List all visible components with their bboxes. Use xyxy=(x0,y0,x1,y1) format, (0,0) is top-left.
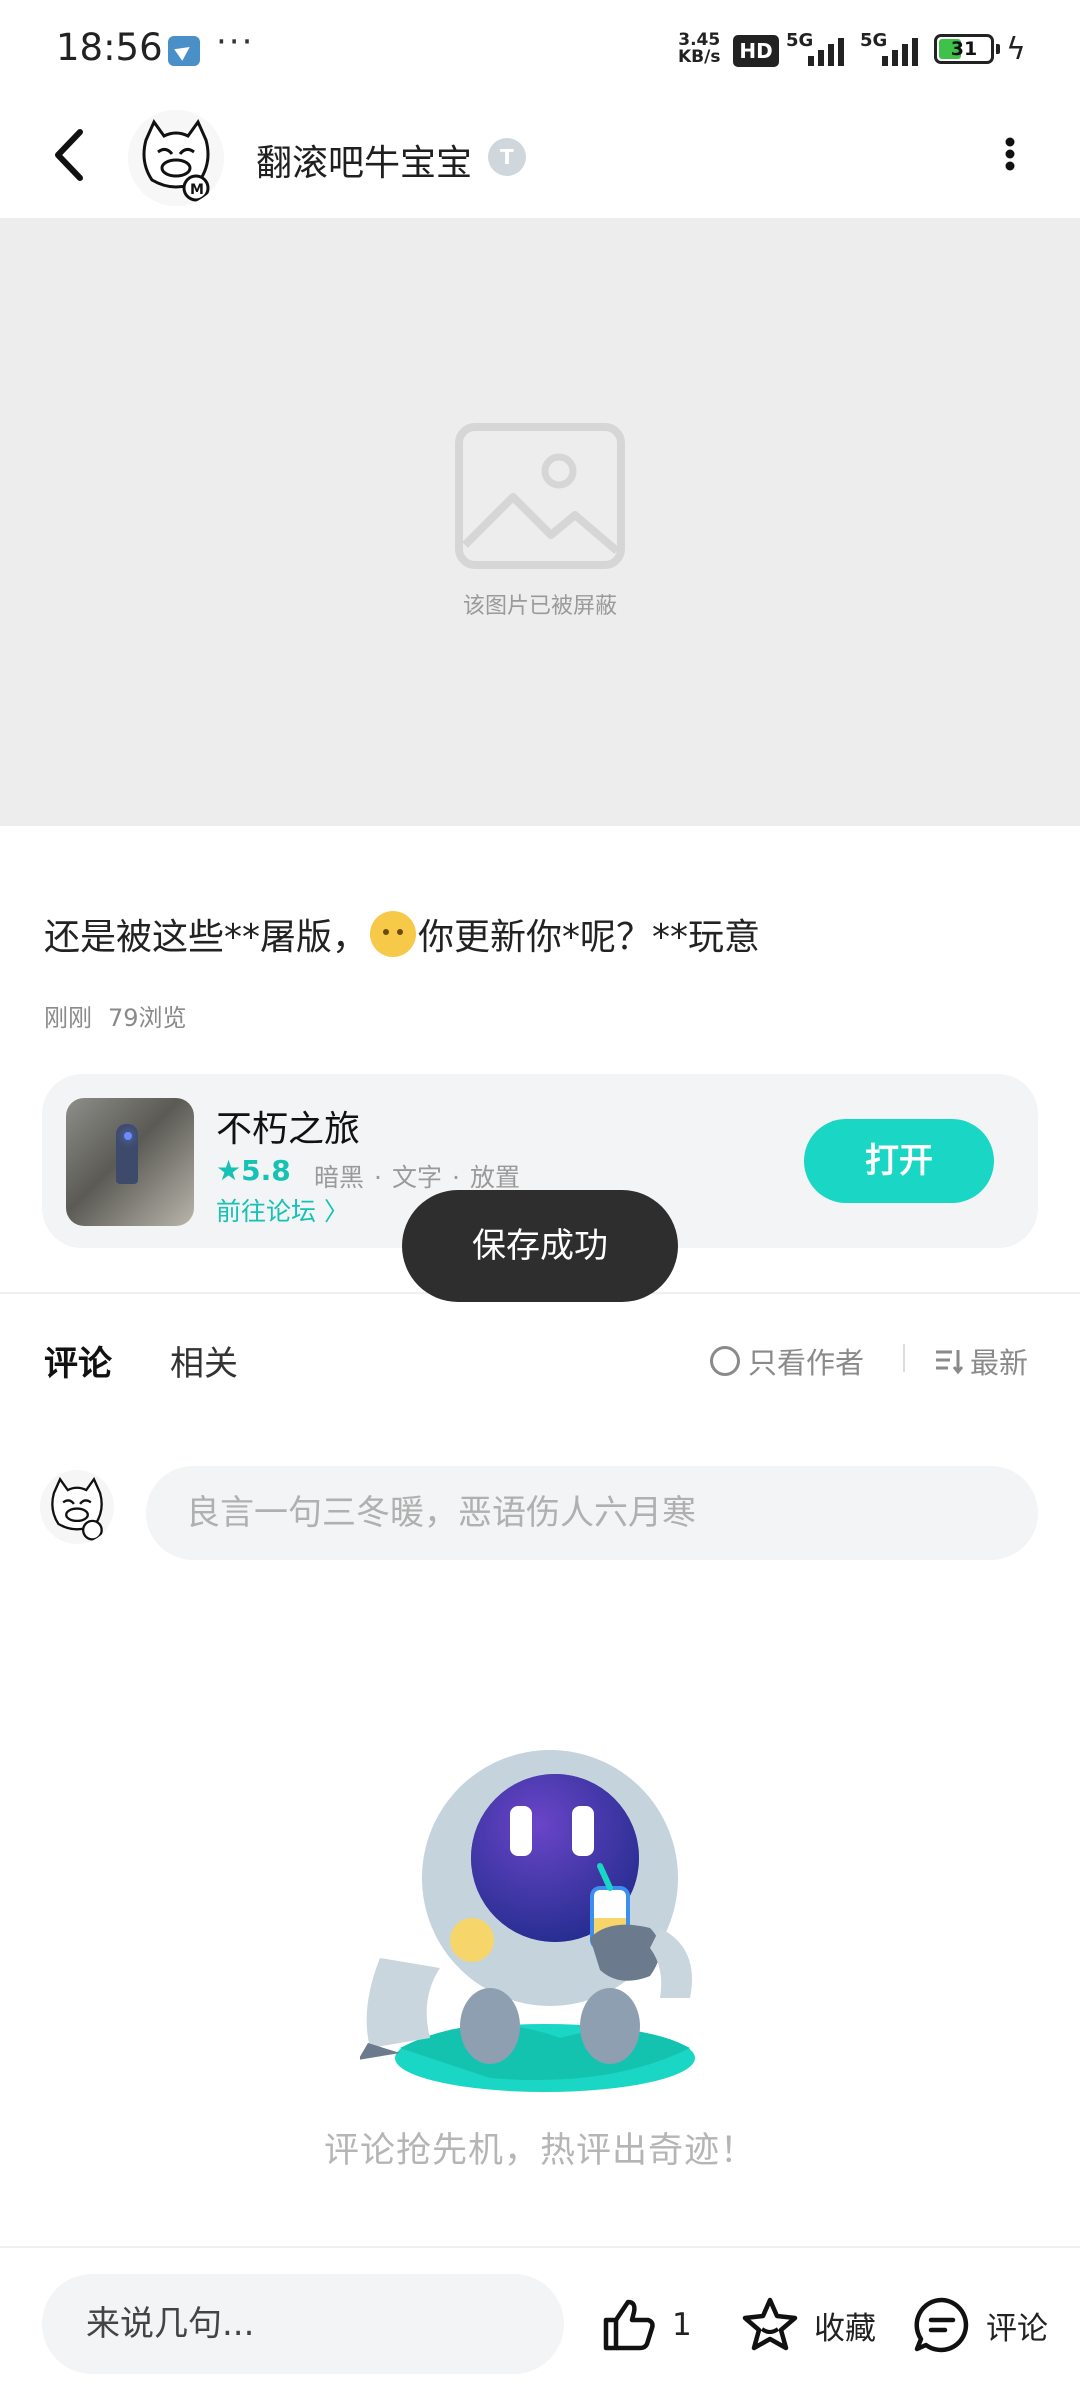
user-level-badge: T xyxy=(488,138,526,176)
post-header: M 翻滚吧牛宝宝 T xyxy=(0,100,1080,218)
radio-circle-icon xyxy=(710,1346,740,1376)
battery-icon: 31 xyxy=(934,34,1000,64)
post-time: 刚刚 xyxy=(44,1004,92,1032)
game-tag: 放置 xyxy=(469,1163,520,1192)
game-tag: 暗黑 xyxy=(314,1163,365,1192)
network-speed-unit: KB/s xyxy=(678,47,721,67)
like-count: 1 xyxy=(672,2307,692,2343)
tag-separator: · xyxy=(451,1163,460,1192)
signal-icon-2: 5G xyxy=(860,30,926,70)
comment-icon xyxy=(914,2297,969,2353)
back-icon[interactable] xyxy=(48,122,96,188)
my-avatar xyxy=(40,1470,114,1544)
hd-voice-icon: HD xyxy=(733,35,779,67)
robot-mascot-illustration xyxy=(360,1750,695,2092)
game-rating: ★5.8 xyxy=(216,1154,291,1187)
game-tag: 文字 xyxy=(391,1163,442,1192)
game-tags: 暗黑 · 文字 · 放置 xyxy=(314,1158,520,1194)
tab-comments[interactable]: 评论 xyxy=(44,1336,112,1397)
comment-label: 评论 xyxy=(986,2310,1048,2347)
emoji-face-icon xyxy=(370,911,417,957)
network-speed: 3.45 KB/s xyxy=(678,32,720,66)
post-views: 79浏览 xyxy=(108,1004,187,1032)
post-image-blocked[interactable]: 该图片已被屏蔽 xyxy=(0,218,1080,826)
game-name: 不朽之旅 xyxy=(216,1109,361,1150)
tag-separator: · xyxy=(374,1163,382,1192)
bottom-comment-input[interactable]: 来说几句... xyxy=(42,2274,564,2374)
save-success-toast: 保存成功 xyxy=(402,1190,678,1302)
goto-forum-link[interactable]: 前往论坛 〉 xyxy=(216,1192,349,1228)
like-icon xyxy=(603,2299,655,2351)
open-game-button[interactable]: 打开 xyxy=(804,1119,994,1203)
more-notifications-icon: ··· xyxy=(216,22,255,62)
charging-lightning-icon: ϟ xyxy=(1006,32,1026,67)
comment-button[interactable]: 评论 xyxy=(912,2290,1048,2360)
svg-text:M: M xyxy=(190,182,204,198)
post-text-part-2: 你更新你*呢？**玩意 xyxy=(418,917,761,958)
bottom-divider xyxy=(0,2246,1080,2248)
author-name[interactable]: 翻滚吧牛宝宝 xyxy=(256,134,472,186)
app-notification-icon xyxy=(168,36,200,66)
post-text-part-1: 还是被这些**屠版， xyxy=(44,917,369,958)
status-time: 18:56 xyxy=(56,26,163,69)
sort-icon xyxy=(936,1350,964,1375)
only-author-label: 只看作者 xyxy=(748,1346,865,1380)
filter-separator xyxy=(903,1344,905,1372)
favorite-button[interactable]: 收藏 xyxy=(740,2290,876,2360)
post-meta: 刚刚 79浏览 xyxy=(44,998,187,1033)
tab-related[interactable]: 相关 xyxy=(170,1336,238,1385)
post-content: 还是被这些**屠版， 你更新你*呢？**玩意 xyxy=(44,908,760,960)
sort-latest-button[interactable]: 最新 xyxy=(934,1340,1028,1382)
sort-label: 最新 xyxy=(970,1346,1029,1380)
game-thumbnail xyxy=(66,1098,194,1226)
favorite-star-icon xyxy=(742,2297,798,2351)
like-button[interactable]: 1 xyxy=(600,2290,692,2360)
author-avatar[interactable]: M xyxy=(128,110,224,206)
cartoon-cow-avatar-icon xyxy=(51,1476,103,1541)
comment-input[interactable]: 良言一句三冬暖，恶语伤人六月寒 xyxy=(146,1466,1038,1560)
status-bar: 18:56 ··· 3.45 KB/s HD 5G 5G 31 ϟ xyxy=(0,0,1080,100)
more-vertical-icon[interactable] xyxy=(996,134,1024,174)
only-author-toggle[interactable]: 只看作者 xyxy=(710,1340,864,1382)
empty-comments-text: 评论抢先机，热评出奇迹！ xyxy=(323,2131,756,2171)
battery-level: 31 xyxy=(950,38,978,60)
favorite-label: 收藏 xyxy=(814,2310,876,2347)
cartoon-cow-avatar-icon: M xyxy=(128,110,224,206)
image-placeholder-icon xyxy=(455,423,625,569)
signal-icon-1: 5G xyxy=(786,30,852,70)
image-blocked-text: 该图片已被屏蔽 xyxy=(462,594,617,619)
